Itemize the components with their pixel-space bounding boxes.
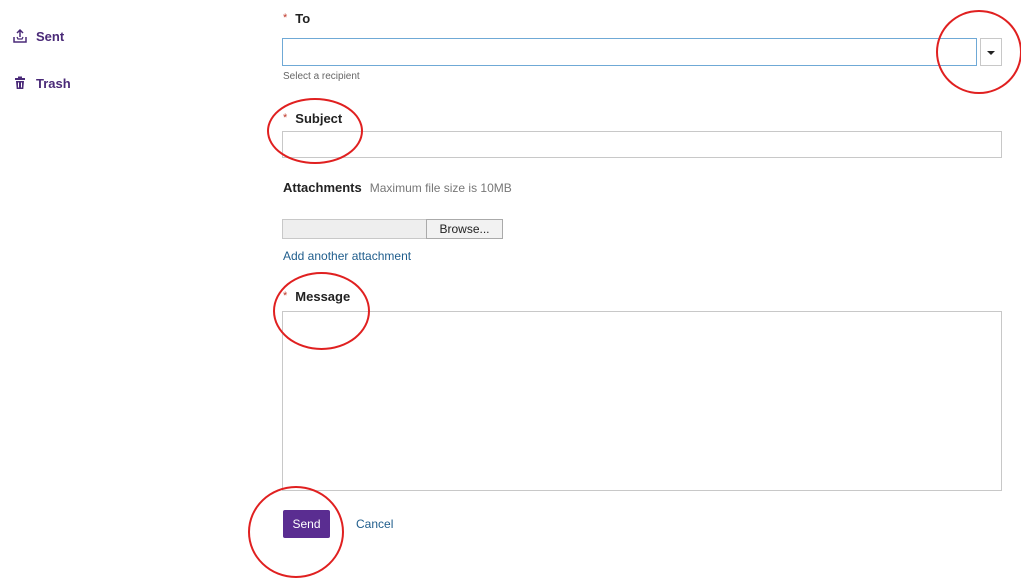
attachments-label-row: Attachments Maximum file size is 10MB [283, 179, 512, 197]
message-textarea[interactable] [282, 311, 1002, 491]
caret-down-icon [986, 43, 996, 61]
attachments-label: Attachments [283, 180, 362, 195]
to-label-row: * To [283, 10, 310, 28]
file-path-field[interactable] [282, 219, 427, 239]
trash-icon [12, 75, 28, 91]
to-hint: Select a recipient [283, 71, 360, 82]
sidebar-item-label: Trash [36, 75, 71, 91]
sidebar-item-label: Sent [36, 28, 65, 44]
subject-input[interactable] [282, 131, 1002, 158]
message-label: Message [295, 289, 351, 304]
send-button[interactable]: Send [283, 510, 330, 538]
attachments-note: Maximum file size is 10MB [369, 181, 512, 195]
browse-button[interactable]: Browse... [426, 219, 503, 239]
message-label-row: * Message [283, 288, 350, 306]
sidebar-item-sent[interactable]: Sent [12, 28, 64, 44]
cancel-link[interactable]: Cancel [356, 517, 393, 531]
required-mark: * [283, 112, 288, 124]
recipient-dropdown-button[interactable] [980, 38, 1002, 66]
sidebar-item-trash[interactable]: Trash [12, 75, 71, 91]
required-mark: * [283, 12, 288, 24]
subject-label-row: * Subject [283, 110, 342, 128]
required-mark: * [283, 290, 288, 302]
sent-tray-icon [12, 28, 28, 44]
to-recipient-input[interactable] [282, 38, 977, 66]
add-attachment-link[interactable]: Add another attachment [283, 249, 411, 263]
subject-label: Subject [295, 111, 343, 126]
to-label: To [295, 11, 311, 26]
